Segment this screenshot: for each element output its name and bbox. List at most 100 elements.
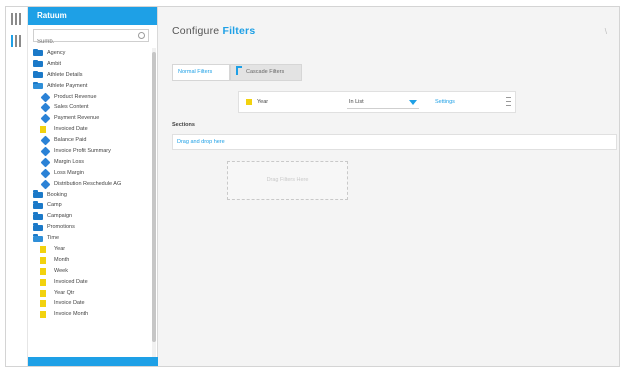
tree-item[interactable]: Year Qtr [28,288,151,299]
tree-item[interactable]: Loss Margin [28,168,151,179]
tree-item-label: Loss Margin [54,169,84,176]
tree-item[interactable]: Ambit [28,59,151,70]
field-panel: Ratuum Agency Ambit Athlete Details Athlete… [28,7,158,366]
drop-zone-label: Drag Filters Here [266,177,309,183]
sections-heading: Sections [172,122,195,128]
metric-icon [40,126,46,134]
tree-item-label: Invoice Profit Summary [54,148,111,155]
dimension-icon [40,92,51,103]
dimension-icon [40,168,51,179]
tree-item-label: Margin Loss [54,158,84,165]
folder-icon [33,59,43,68]
filter-field-name: Year [257,99,269,105]
folder-icon [33,223,43,231]
tree-item[interactable]: Invoiced Date [28,124,151,135]
page-title-highlight: Filters [222,25,256,37]
tree-item-label: Invoice Month [54,311,89,318]
tab-normal-filters[interactable]: Normal Filters [172,64,230,81]
tree-item[interactable]: Balance Paid [28,135,151,146]
dimension-icon [40,113,51,124]
filter-icon [236,66,242,75]
tab-cascade-filters[interactable]: Cascade Filters [230,64,302,81]
operator-value: In List [349,99,364,105]
tree-item[interactable]: Distribution Reschedule AG [28,179,151,190]
filter-drop-zone[interactable]: Drag Filters Here [227,161,348,200]
tree-item[interactable]: Payment Revenue [28,113,151,124]
tree-item-label: Balance Paid [54,137,87,144]
tree-item-label: Month [54,256,70,263]
folder-icon [33,70,43,79]
dimension-icon [40,157,51,168]
columns-active-icon[interactable] [11,35,22,47]
close-icon[interactable]: \ [605,27,607,36]
tree-item[interactable]: Camp [28,200,151,211]
sections-dropbar[interactable]: Drag and drop here [172,134,617,150]
columns-icon[interactable] [11,13,22,25]
main-header: Configure Filters \ [158,7,619,47]
metric-icon [40,246,46,254]
tree-item[interactable]: Invoice Month [28,309,151,320]
tree-item-label: Invoice Date [54,300,85,307]
tree-item-label: Payment Revenue [54,115,100,122]
filter-settings-link[interactable]: Settings [435,92,455,112]
page-title: Configure Filters [172,25,255,37]
filter-row[interactable]: Year In List Settings [238,91,516,113]
tree-item-label: Time [47,235,60,242]
tree-item[interactable]: Invoiced Date [28,277,151,288]
page-title-prefix: Configure [172,25,220,37]
tree-item-label: Product Revenue [54,93,97,100]
search-icon[interactable] [138,32,145,39]
tab-label: Normal Filters [178,69,213,75]
tree-item-label: Agency [47,50,66,56]
tree-item-label: Invoiced Date [54,278,88,285]
tree-item-label: Athlete Details [47,71,83,78]
drag-handle-icon[interactable] [505,94,512,110]
tree-item[interactable]: Campaign [28,211,151,222]
tree-item[interactable]: Month [28,255,151,266]
tree-item-label: Distribution Reschedule AG [54,180,122,187]
tree-item-label: Booking [47,191,67,198]
dimension-icon [40,135,51,146]
tree-item-label: Camp [47,202,62,209]
left-rail [6,7,28,366]
metric-icon [40,311,46,319]
tree-item[interactable]: Week [28,266,151,277]
metric-icon [40,267,46,275]
scrollbar-thumb[interactable] [152,52,156,342]
tree-item[interactable]: Agency [28,48,151,59]
dimension-icon [40,146,51,157]
tree-item[interactable]: Athlete Details [28,70,151,81]
tree-item[interactable]: Athlete Payment [28,81,151,92]
tree-item[interactable]: Time [28,233,151,244]
search-input[interactable] [34,36,148,48]
tree-item-label: Athlete Payment [47,82,88,89]
metric-icon [40,256,46,264]
folder-icon [33,212,43,220]
tree-item-label: Invoiced Date [54,126,88,133]
tree-item-label: Week [54,267,68,274]
metric-icon [40,289,46,297]
folder-icon [33,48,43,57]
operator-select[interactable]: In List [347,97,419,109]
tree-item[interactable]: Booking [28,190,151,201]
chevron-down-icon[interactable] [409,100,417,105]
tree-item-label: Promotions [47,224,75,231]
folder-open-icon [33,81,43,90]
scrollbar[interactable] [152,48,156,357]
folder-open-icon [33,234,43,242]
tab-label: Cascade Filters [246,69,285,75]
tree-item[interactable]: Sales Content [28,102,151,113]
tree-item[interactable]: Invoice Date [28,298,151,309]
folder-icon [33,201,43,209]
tree-item[interactable]: Promotions [28,222,151,233]
tree-item-label: Ambit [47,60,62,67]
tree-item[interactable]: Margin Loss [28,157,151,168]
tree-item[interactable]: Year [28,244,151,255]
tree-item[interactable]: Product Revenue [28,92,151,103]
tree-item[interactable]: Invoice Profit Summary [28,146,151,157]
folder-icon [33,190,43,198]
dimension-icon [40,179,51,190]
search-field[interactable] [33,29,149,48]
app-window: Ratuum Agency Ambit Athlete Details Athlete… [5,6,620,367]
metric-icon [246,99,252,105]
